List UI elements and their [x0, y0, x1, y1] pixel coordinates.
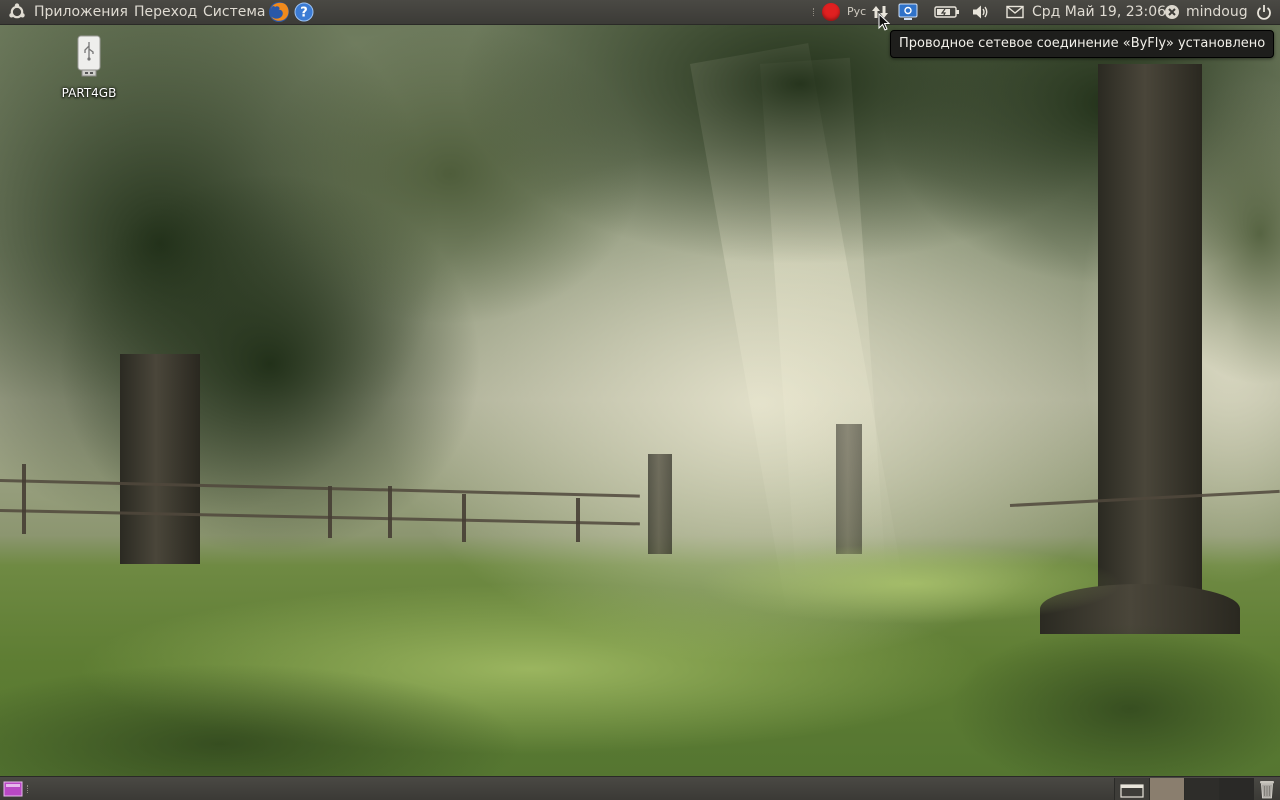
keyboard-layout-indicator[interactable]: Рус	[847, 0, 866, 24]
mail-icon[interactable]	[1004, 0, 1026, 24]
power-icon[interactable]	[1253, 0, 1275, 24]
wallpaper-tree-shadow	[950, 624, 1280, 776]
desktop-icon-label: PART4GB	[61, 86, 117, 100]
menu-system[interactable]: Система	[203, 0, 265, 24]
workspace-3[interactable]	[1184, 778, 1219, 800]
top-panel: Приложения Переход Система ? Рус Срд Май…	[0, 0, 1280, 25]
menu-applications[interactable]: Приложения	[34, 0, 128, 24]
user-status-icon[interactable]	[1162, 0, 1182, 24]
panel-handle-icon	[810, 0, 818, 24]
trash-icon[interactable]	[1256, 777, 1278, 800]
window-thumbnail-icon	[1120, 784, 1144, 798]
username-menu[interactable]: mindoug	[1186, 0, 1248, 24]
wallpaper-fence-post	[22, 464, 26, 534]
help-icon[interactable]: ?	[292, 0, 316, 24]
desktop-wallpaper[interactable]	[0, 24, 1280, 776]
volume-icon[interactable]	[970, 0, 992, 24]
clock[interactable]: Срд Май 19, 23:06	[1032, 0, 1166, 24]
wallpaper-trunk-right	[1098, 64, 1202, 634]
wallpaper-fence-post	[462, 494, 466, 542]
firefox-icon[interactable]	[266, 0, 292, 24]
battery-icon[interactable]	[933, 0, 961, 24]
wallpaper-fence-post	[328, 486, 332, 538]
remote-desktop-icon[interactable]	[896, 0, 920, 24]
mouse-cursor-icon	[878, 13, 890, 31]
record-indicator-icon[interactable]	[819, 0, 843, 24]
show-desktop-icon[interactable]	[2, 777, 24, 800]
workspace-1[interactable]	[1114, 778, 1149, 800]
bottom-panel	[0, 776, 1280, 800]
ubuntu-logo-icon[interactable]	[6, 0, 28, 24]
menu-places[interactable]: Переход	[134, 0, 197, 24]
wallpaper-fence-post	[576, 498, 580, 542]
wallpaper-fence-post	[388, 486, 392, 538]
wallpaper-sunlit-grass	[700, 544, 1120, 624]
panel-handle-icon	[25, 777, 31, 800]
wallpaper-trunk-mid2	[836, 424, 862, 554]
workspace-2[interactable]	[1149, 778, 1184, 800]
usb-drive-icon	[77, 35, 101, 77]
network-tooltip: Проводное сетевое соединение «ByFly» уст…	[890, 30, 1275, 58]
wallpaper-trunk-left	[120, 354, 200, 564]
svg-text:?: ?	[300, 6, 308, 21]
workspace-4[interactable]	[1219, 778, 1254, 800]
wallpaper-trunk-mid	[648, 454, 672, 554]
desktop-icon-part4gb[interactable]: PART4GB	[50, 34, 128, 101]
